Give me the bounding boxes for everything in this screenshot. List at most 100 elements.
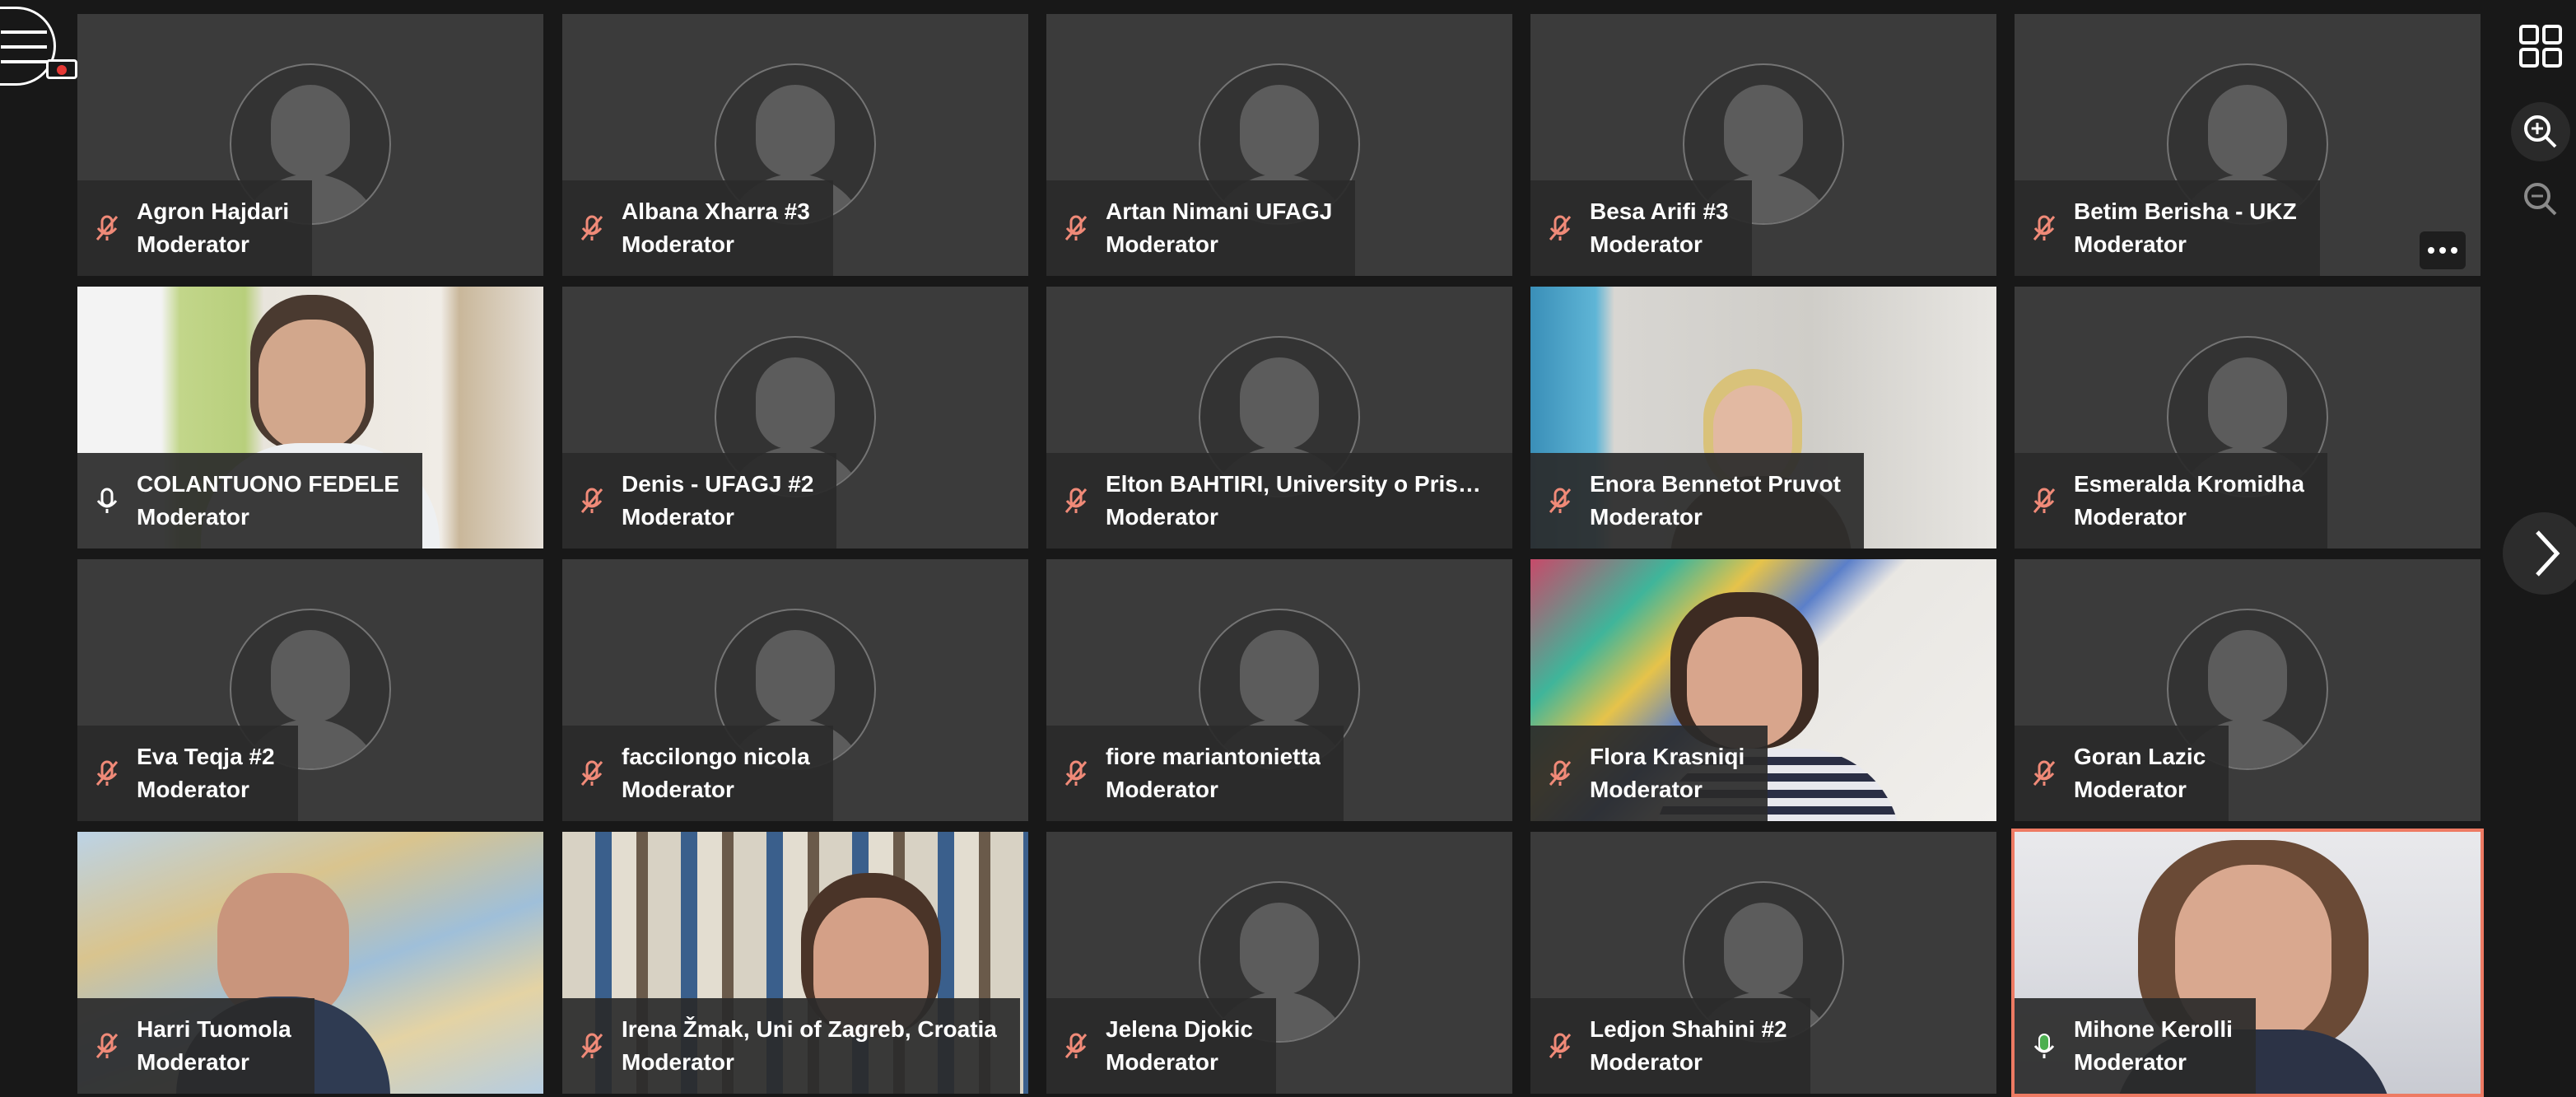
participant-role: Moderator (1106, 1049, 1218, 1075)
mic-muted-icon (2033, 488, 2056, 513)
participant-tile[interactable]: Harri Tuomola Moderator (77, 832, 543, 1094)
participant-name: Artan Nimani UFAGJ (1106, 198, 1333, 224)
participant-name: Irena Žmak, Uni of Zagreb, Croatia (622, 1016, 997, 1042)
participant-label: Harri Tuomola Moderator (77, 998, 314, 1094)
more-options-icon[interactable] (2420, 231, 2466, 269)
participant-name: Denis - UFAGJ #2 (622, 471, 814, 497)
participant-label: COLANTUONO FEDELE Moderator (77, 453, 422, 548)
mic-muted-icon (580, 1033, 603, 1058)
participant-name: Elton BAHTIRI, University o Prisht... (1106, 471, 1489, 497)
participant-role: Moderator (137, 777, 249, 802)
mic-muted-icon (580, 488, 603, 513)
participant-name: Betim Berisha - UKZ (2074, 198, 2297, 224)
participant-label: Besa Arifi #3 Moderator (1530, 180, 1752, 276)
participant-name: Albana Xharra #3 (622, 198, 810, 224)
participant-tile[interactable]: Artan Nimani UFAGJ Moderator (1046, 14, 1512, 276)
recording-camera-icon[interactable] (46, 59, 77, 79)
mic-muted-icon (1064, 215, 1088, 240)
participant-tile[interactable]: Denis - UFAGJ #2 Moderator (562, 287, 1028, 548)
participant-name: fiore mariantonietta (1106, 744, 1321, 769)
participant-name: Besa Arifi #3 (1590, 198, 1729, 224)
participant-tile[interactable]: Enora Bennetot Pruvot Moderator (1530, 287, 1996, 548)
participant-tile[interactable]: Eva Teqja #2 Moderator (77, 559, 543, 821)
participant-role: Moderator (622, 504, 734, 530)
participant-name: Harri Tuomola (137, 1016, 291, 1042)
participant-label: Enora Bennetot Pruvot Moderator (1530, 453, 1864, 548)
participant-role: Moderator (622, 1049, 734, 1075)
participant-tile[interactable]: Ledjon Shahini #2 Moderator (1530, 832, 1996, 1094)
participant-label: Betim Berisha - UKZ Moderator (2015, 180, 2320, 276)
participant-tile[interactable]: COLANTUONO FEDELE Moderator (77, 287, 543, 548)
participant-grid: Agron Hajdari Moderator Albana Xharra #3… (0, 0, 2576, 1097)
mic-muted-icon (1064, 1033, 1088, 1058)
participant-label: Agron Hajdari Moderator (77, 180, 313, 276)
participant-role: Moderator (1590, 777, 1703, 802)
chevron-right-icon[interactable] (2503, 512, 2576, 595)
mic-muted-icon (1549, 215, 1572, 240)
active-speaker-tile[interactable]: Mihone Kerolli Moderator (2011, 829, 2484, 1097)
participant-name: Eva Teqja #2 (137, 744, 275, 769)
mic-muted-icon (95, 1033, 119, 1058)
mic-muted-icon (2033, 215, 2056, 240)
mic-muted-icon (1549, 760, 1572, 786)
participant-role: Moderator (2074, 777, 2187, 802)
mic-muted-icon (580, 215, 603, 240)
participant-name: Agron Hajdari (137, 198, 290, 224)
participant-label: Albana Xharra #3 Moderator (562, 180, 833, 276)
participant-name: Ledjon Shahini #2 (1590, 1016, 1787, 1042)
participant-label: fiore mariantonietta Moderator (1046, 726, 1344, 821)
participant-role: Moderator (1590, 1049, 1703, 1075)
mic-muted-icon (95, 215, 119, 240)
participant-label: Ledjon Shahini #2 Moderator (1530, 998, 1810, 1094)
participant-role: Moderator (1106, 504, 1218, 530)
participant-label: Denis - UFAGJ #2 Moderator (562, 453, 837, 548)
participant-role: Moderator (137, 1049, 249, 1075)
participant-role: Moderator (622, 231, 734, 257)
mic-muted-icon (2033, 760, 2056, 786)
participant-role: Moderator (137, 504, 249, 530)
mic-on-icon (96, 488, 118, 513)
participant-role: Moderator (1106, 231, 1218, 257)
zoom-out-icon[interactable] (2511, 170, 2570, 229)
participant-label: Irena Žmak, Uni of Zagreb, Croatia Moder… (562, 998, 1020, 1094)
participant-tile[interactable]: Goran Lazic Moderator (2015, 559, 2481, 821)
mic-muted-icon (95, 760, 119, 786)
participant-tile[interactable]: Elton BAHTIRI, University o Prisht... Mo… (1046, 287, 1512, 548)
mic-muted-icon (1549, 488, 1572, 513)
participant-label: Jelena Djokic Moderator (1046, 998, 1276, 1094)
mic-muted-icon (580, 760, 603, 786)
mic-muted-icon (1064, 488, 1088, 513)
participant-tile[interactable]: Besa Arifi #3 Moderator (1530, 14, 1996, 276)
mic-muted-icon (1549, 1033, 1572, 1058)
participant-tile[interactable]: fiore mariantonietta Moderator (1046, 559, 1512, 821)
participant-label: faccilongo nicola Moderator (562, 726, 833, 821)
participant-label: Mihone Kerolli Moderator (2015, 998, 2256, 1094)
participant-tile[interactable]: Betim Berisha - UKZ Moderator (2015, 14, 2481, 276)
participant-name: Goran Lazic (2074, 744, 2206, 769)
participant-tile[interactable]: Irena Žmak, Uni of Zagreb, Croatia Moder… (562, 832, 1028, 1094)
participant-name: Enora Bennetot Pruvot (1590, 471, 1841, 497)
participant-role: Moderator (2074, 1049, 2187, 1075)
participant-label: Flora Krasniqi Moderator (1530, 726, 1768, 821)
participant-role: Moderator (622, 777, 734, 802)
participant-name: faccilongo nicola (622, 744, 810, 769)
participant-tile[interactable]: Esmeralda Kromidha Moderator (2015, 287, 2481, 548)
participant-name: Flora Krasniqi (1590, 744, 1745, 769)
participant-tile[interactable]: Agron Hajdari Moderator (77, 14, 543, 276)
participant-label: Esmeralda Kromidha Moderator (2015, 453, 2328, 548)
participant-label: Goran Lazic Moderator (2015, 726, 2229, 821)
grid-layout-icon[interactable] (2511, 16, 2570, 76)
participant-tile[interactable]: Jelena Djokic Moderator (1046, 832, 1512, 1094)
zoom-in-icon[interactable] (2511, 102, 2570, 161)
participant-label: Elton BAHTIRI, University o Prisht... Mo… (1046, 453, 1512, 548)
participant-tile[interactable]: Flora Krasniqi Moderator (1530, 559, 1996, 821)
participant-tile[interactable]: faccilongo nicola Moderator (562, 559, 1028, 821)
participant-role: Moderator (1106, 777, 1218, 802)
mic-muted-icon (1064, 760, 1088, 786)
participant-name: Mihone Kerolli (2074, 1016, 2233, 1042)
participant-role: Moderator (1590, 231, 1703, 257)
participant-label: Eva Teqja #2 Moderator (77, 726, 298, 821)
participant-tile[interactable]: Albana Xharra #3 Moderator (562, 14, 1028, 276)
mic-active-icon (2033, 1034, 2055, 1058)
participant-label: Artan Nimani UFAGJ Moderator (1046, 180, 1356, 276)
